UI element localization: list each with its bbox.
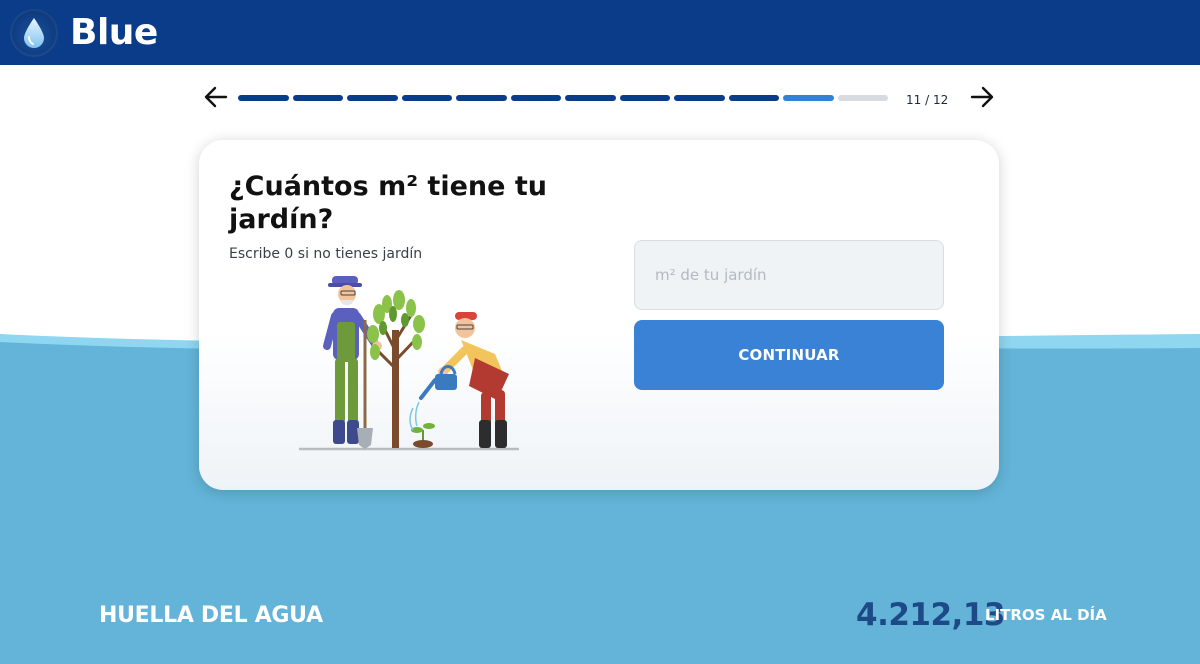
water-footprint-unit: LITROS AL DÍA — [985, 606, 1107, 624]
arrow-left-icon — [204, 86, 228, 108]
progress-segment — [619, 95, 670, 101]
garden-area-input[interactable] — [634, 240, 944, 310]
progress-segment — [456, 95, 507, 101]
question-card: ¿Cuántos m² tiene tu jardín? Escribe 0 s… — [199, 140, 999, 490]
progress-segment — [783, 95, 834, 101]
question-title: ¿Cuántos m² tiene tu jardín? — [229, 171, 547, 235]
progress-segment — [674, 95, 725, 101]
progress-segment — [347, 95, 398, 101]
progress-segment — [565, 95, 616, 101]
water-footprint-value: 4.212,13 — [856, 597, 1005, 633]
progress-segment — [292, 95, 343, 101]
app-header: Blue — [0, 0, 1200, 65]
previous-question-button[interactable] — [202, 83, 230, 111]
progress-bar — [238, 95, 888, 101]
progress-counter: 11 / 12 — [906, 93, 949, 107]
water-drop-icon — [10, 9, 58, 57]
app-title: Blue — [70, 12, 158, 53]
progress-segment — [837, 95, 888, 101]
progress-segment — [238, 95, 289, 101]
progress-segment — [510, 95, 561, 101]
water-footprint-label: HUELLA DEL AGUA — [99, 603, 323, 628]
progress-segment — [401, 95, 452, 101]
progress-segment — [728, 95, 779, 101]
next-question-button[interactable] — [968, 83, 996, 111]
gardeners-planting-tree-illustration — [299, 276, 519, 451]
continue-button[interactable]: CONTINUAR — [634, 320, 944, 390]
arrow-right-icon — [970, 86, 994, 108]
question-hint: Escribe 0 si no tienes jardín — [229, 246, 423, 262]
